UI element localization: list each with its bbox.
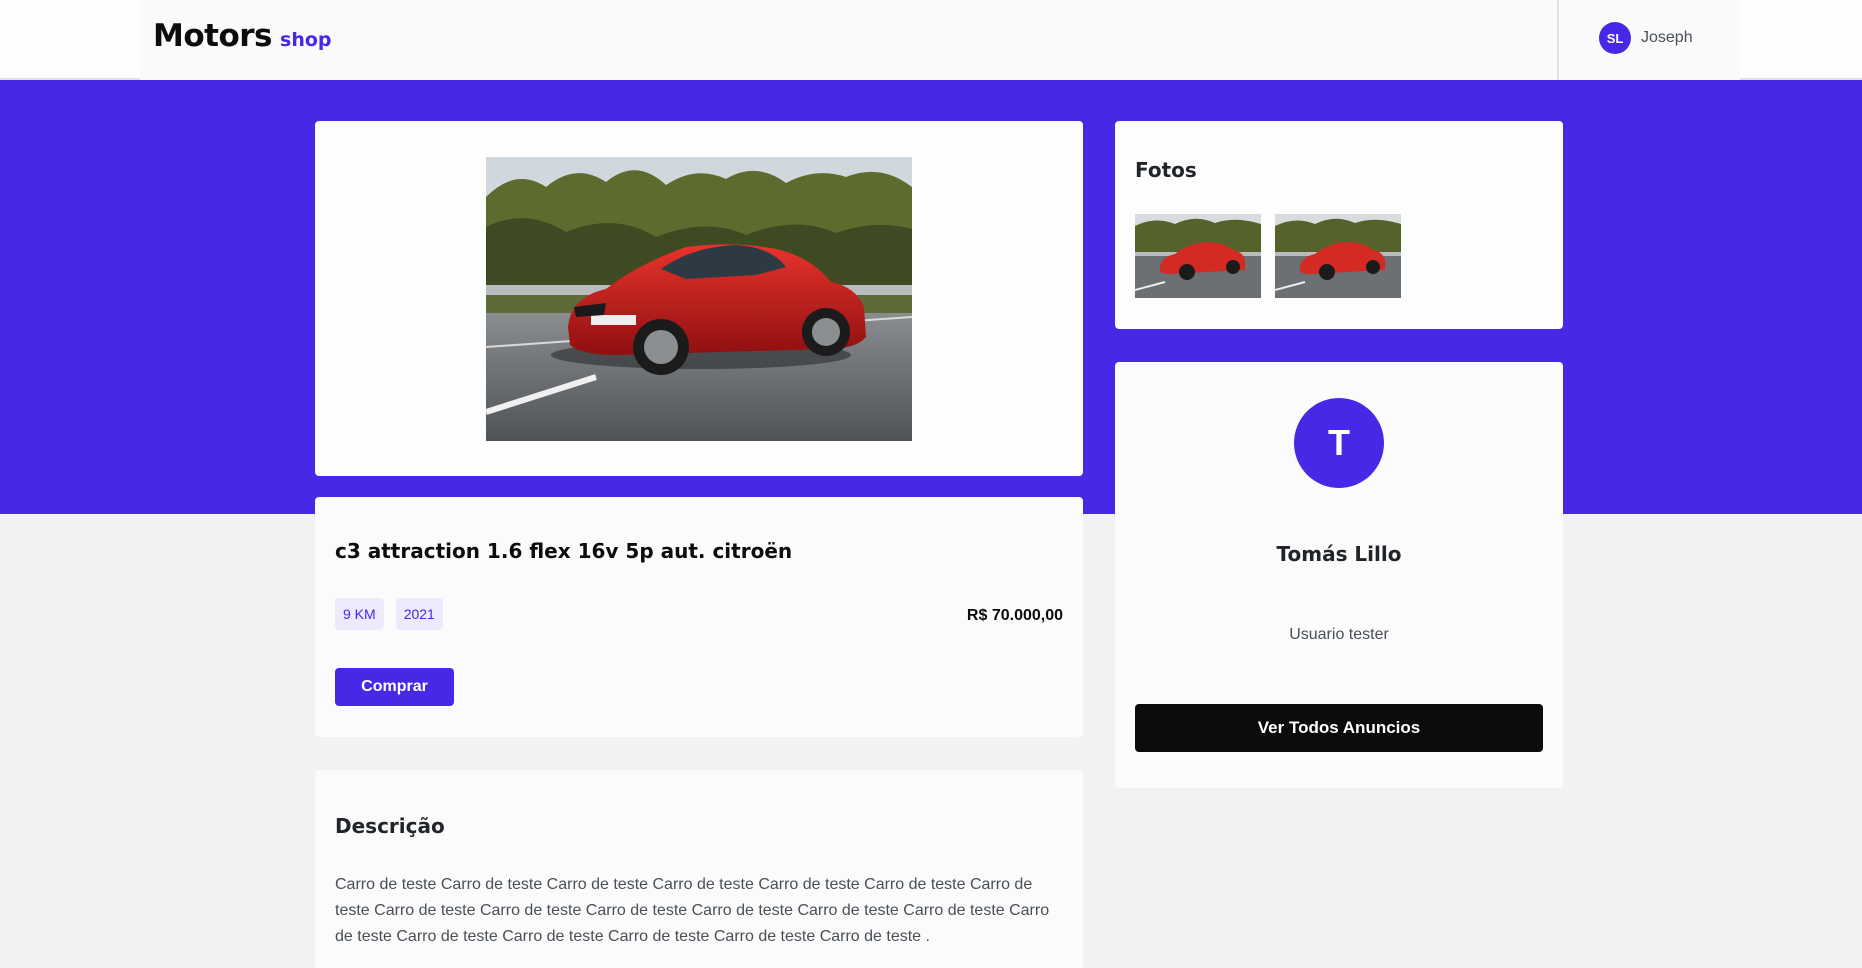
seller-avatar: T: [1294, 398, 1384, 488]
product-info-card: c3 attraction 1.6 flex 16v 5p aut. citro…: [315, 497, 1083, 737]
photo-thumbnail[interactable]: [1135, 214, 1261, 298]
description-title: Descrição: [335, 814, 445, 838]
description-card: Descrição Carro de teste Carro de teste …: [315, 770, 1083, 968]
mileage-tag: 9 KM: [335, 598, 384, 630]
user-menu[interactable]: SL Joseph: [1599, 22, 1693, 54]
seller-description: Usuario tester: [1289, 626, 1389, 643]
photo-thumbnails: [1135, 214, 1401, 298]
photos-card: Fotos: [1115, 121, 1563, 329]
photo-thumbnail[interactable]: [1275, 214, 1401, 298]
description-text: Carro de teste Carro de teste Carro de t…: [335, 876, 1050, 945]
logo-main-text: Motors: [153, 18, 273, 54]
car-main-photo: [486, 157, 912, 441]
navbar-container: [140, 0, 1740, 80]
car-title: c3 attraction 1.6 flex 16v 5p aut. citro…: [335, 539, 793, 563]
car-price: R$ 70.000,00: [966, 607, 1063, 624]
user-name: Joseph: [1641, 29, 1693, 46]
logo-sub-text: shop: [280, 29, 332, 51]
user-avatar: SL: [1599, 22, 1631, 54]
buy-button[interactable]: Comprar: [335, 668, 454, 706]
car-tags: 9 KM 2021: [335, 598, 443, 630]
site-logo[interactable]: Motors shop: [153, 18, 332, 54]
seller-card: T Tomás Lillo Usuario tester Ver Todos A…: [1115, 362, 1563, 788]
photos-title: Fotos: [1135, 158, 1197, 182]
main-image-card: [315, 121, 1083, 476]
navbar-divider: [1557, 0, 1559, 80]
view-all-ads-button[interactable]: Ver Todos Anuncios: [1135, 704, 1543, 752]
year-tag: 2021: [395, 598, 443, 630]
seller-name: Tomás Lillo: [1276, 542, 1402, 566]
top-navbar: Motors shop SL Joseph: [0, 0, 1862, 80]
